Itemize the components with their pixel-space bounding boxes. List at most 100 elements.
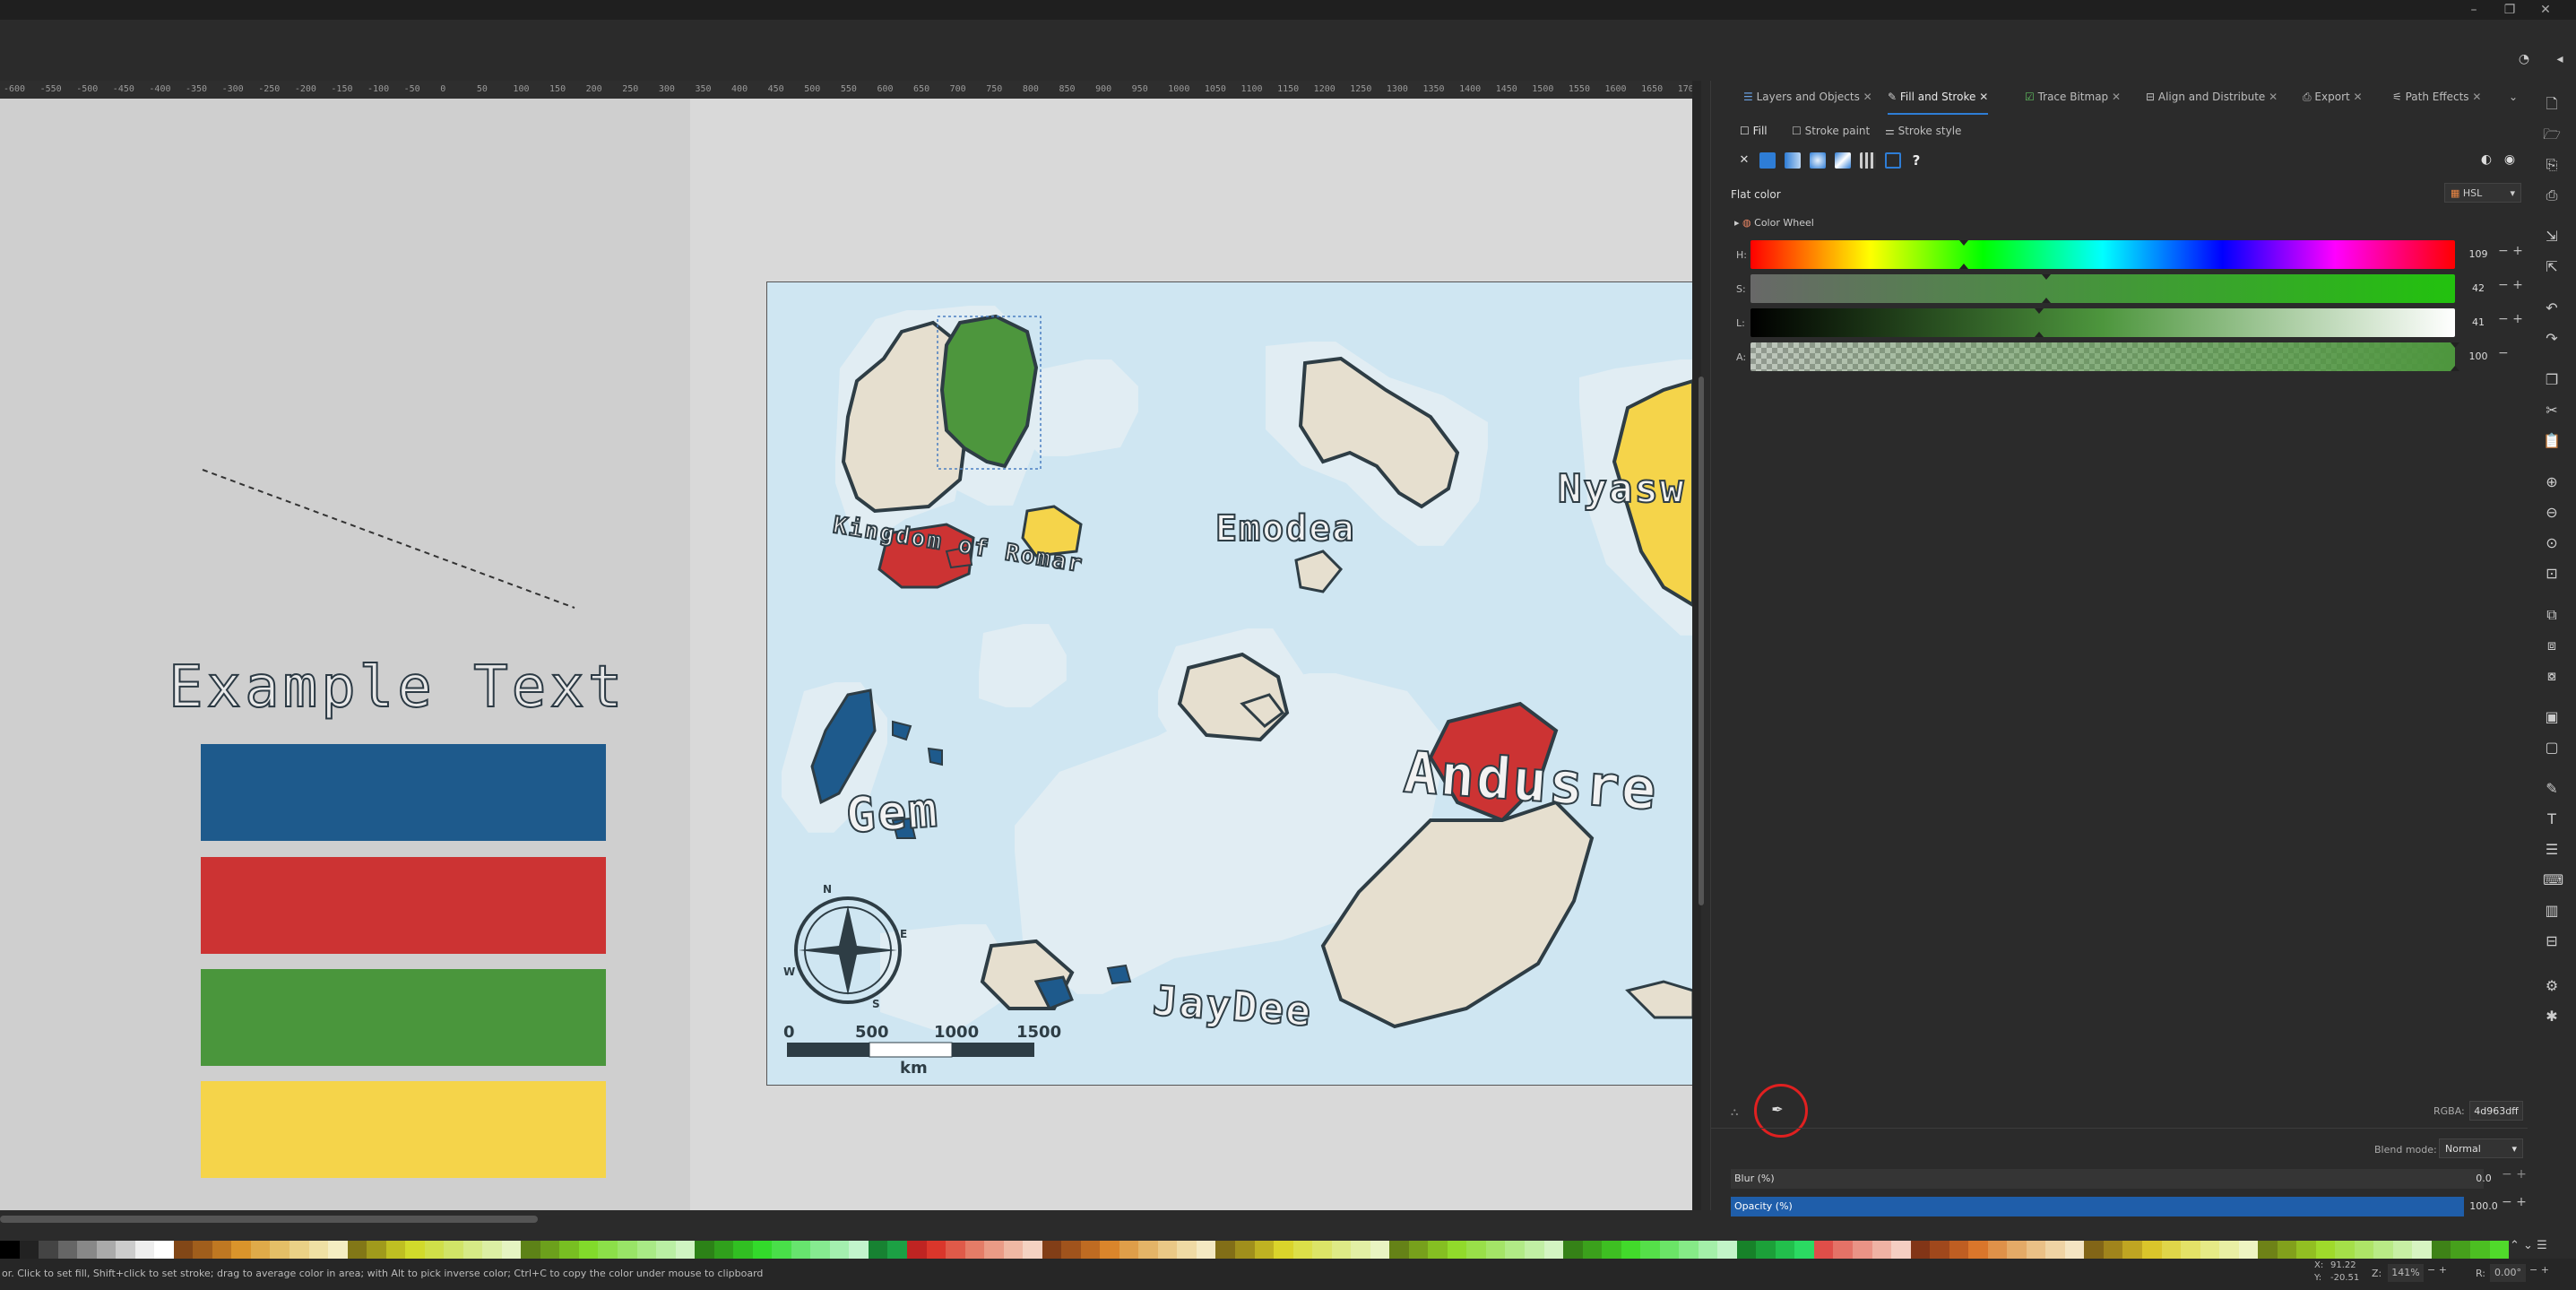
palette-swatch[interactable] xyxy=(2122,1241,2142,1259)
palette-swatch[interactable] xyxy=(2451,1241,2470,1259)
palette-swatch[interactable] xyxy=(521,1241,540,1259)
palette-swatch[interactable] xyxy=(1621,1241,1641,1259)
close-icon[interactable]: ✕ xyxy=(2269,91,2278,103)
palette-swatch[interactable] xyxy=(849,1241,869,1259)
palette-swatch[interactable] xyxy=(2219,1241,2239,1259)
subtab-fill[interactable]: ☐ Fill xyxy=(1740,122,1768,140)
alpha-value[interactable]: 100 xyxy=(2466,348,2491,366)
radial-gradient-button[interactable] xyxy=(1810,152,1826,169)
palette-swatch[interactable] xyxy=(96,1241,117,1259)
tabs-overflow-icon[interactable]: ⌄ xyxy=(2509,81,2518,113)
eyedropper-icon[interactable]: ✒ xyxy=(1767,1101,1788,1122)
dashed-line[interactable] xyxy=(0,99,717,636)
blend-mode-select[interactable]: Normal ▾ xyxy=(2439,1138,2523,1158)
palette-swatch[interactable] xyxy=(578,1241,599,1259)
slider-handle-top[interactable] xyxy=(2035,308,2044,314)
palette-swatch[interactable] xyxy=(424,1241,445,1259)
unset-paint-button[interactable]: ? xyxy=(1908,152,1924,169)
palette-swatch[interactable] xyxy=(1370,1241,1390,1259)
palette-swatch[interactable] xyxy=(1949,1241,1969,1259)
palette-swatch[interactable] xyxy=(1756,1241,1776,1259)
saturation-slider[interactable] xyxy=(1750,274,2455,303)
palette-swatch[interactable] xyxy=(405,1241,425,1259)
drawing-canvas[interactable]: Example Text Kingdom of Romar Emodea Nya… xyxy=(0,99,1692,1210)
palette-swatch[interactable] xyxy=(1871,1241,1892,1259)
maximize-button[interactable]: ❐ xyxy=(2492,2,2528,18)
palette-swatch[interactable] xyxy=(540,1241,560,1259)
palette-swatch[interactable] xyxy=(1312,1241,1332,1259)
palette-swatch[interactable] xyxy=(1080,1241,1101,1259)
palette-swatch[interactable] xyxy=(134,1241,155,1259)
map-page[interactable]: Kingdom of Romar Emodea Nyasw Gem Andusr… xyxy=(766,281,1692,1086)
palette-swatch[interactable] xyxy=(482,1241,502,1259)
ungroup-icon[interactable]: ▢ xyxy=(2543,739,2561,757)
palette-swatch[interactable] xyxy=(1717,1241,1737,1259)
palette-swatch[interactable] xyxy=(1563,1241,1583,1259)
horizontal-scrollbar[interactable] xyxy=(0,1216,538,1223)
palette-swatch[interactable] xyxy=(2277,1241,2297,1259)
palette-swatch[interactable] xyxy=(1023,1241,1042,1259)
palette-swatch[interactable] xyxy=(1003,1241,1024,1259)
palette-swatch[interactable] xyxy=(675,1241,696,1259)
palette-swatch[interactable] xyxy=(946,1241,965,1259)
opacity-slider[interactable]: Opacity (%) xyxy=(1731,1197,2464,1216)
palette-swatch[interactable] xyxy=(1177,1241,1197,1259)
palette-swatch[interactable] xyxy=(2238,1241,2259,1259)
red-swatch-rect[interactable] xyxy=(201,857,606,954)
palette-swatch[interactable] xyxy=(1274,1241,1293,1259)
swatch-button[interactable] xyxy=(1885,152,1901,169)
tab-path-effects[interactable]: ⚟ Path Effects ✕ xyxy=(2392,81,2481,113)
color-managed-icon[interactable]: ⛬ xyxy=(1731,1105,1738,1119)
palette-swatch[interactable] xyxy=(367,1241,386,1259)
close-icon[interactable]: ✕ xyxy=(2472,91,2481,103)
palette-swatch[interactable] xyxy=(772,1241,791,1259)
palette-swatch[interactable] xyxy=(1679,1241,1699,1259)
palette-swatch[interactable] xyxy=(347,1241,367,1259)
tab-layers-and-objects[interactable]: ☰ Layers and Objects ✕ xyxy=(1743,81,1872,113)
palette-swatch[interactable] xyxy=(270,1241,290,1259)
palette-swatch[interactable] xyxy=(636,1241,657,1259)
clone-icon[interactable]: ⧈ xyxy=(2543,636,2561,654)
snap-toggle-icon[interactable]: ◔ xyxy=(2515,52,2533,70)
duplicate-icon[interactable]: ⧉ xyxy=(2543,606,2561,624)
palette-swatch[interactable] xyxy=(1736,1241,1757,1259)
slider-handle-top[interactable] xyxy=(2451,342,2459,348)
palette-swatch[interactable] xyxy=(1331,1241,1352,1259)
mesh-gradient-button[interactable] xyxy=(1835,152,1851,169)
palette-swatch[interactable] xyxy=(1659,1241,1680,1259)
palette-swatch[interactable] xyxy=(1794,1241,1814,1259)
palette-swatch[interactable] xyxy=(462,1241,483,1259)
zoom-input[interactable]: 141% xyxy=(2388,1264,2424,1282)
palette-swatch[interactable] xyxy=(868,1241,888,1259)
palette-swatch[interactable] xyxy=(1447,1241,1467,1259)
palette-swatch[interactable] xyxy=(1582,1241,1603,1259)
palette-swatch[interactable] xyxy=(1853,1241,1872,1259)
lightness-slider[interactable] xyxy=(1750,308,2455,337)
palette-swatch[interactable] xyxy=(501,1241,522,1259)
palette-swatch[interactable] xyxy=(1640,1241,1660,1259)
palette-swatch[interactable] xyxy=(116,1241,135,1259)
zoom-selection-icon[interactable]: ⊕ xyxy=(2543,473,2561,491)
undo-icon[interactable]: ↶ xyxy=(2543,299,2561,317)
tab-align-and-distribute[interactable]: ⊟ Align and Distribute ✕ xyxy=(2146,81,2278,113)
rotation-input[interactable]: 0.00° xyxy=(2490,1264,2526,1282)
palette-controls[interactable]: ⌃ ⌄ ☰ xyxy=(2510,1234,2576,1259)
opacity-stepper[interactable]: − + xyxy=(2502,1195,2527,1209)
color-wheel-expander[interactable]: ▸ ◍ Color Wheel xyxy=(1734,217,1814,229)
alpha-stepper[interactable]: − xyxy=(2498,346,2509,360)
blur-slider[interactable]: Blur (%) xyxy=(1731,1169,2484,1189)
palette-swatch[interactable] xyxy=(2412,1241,2432,1259)
palette-swatch[interactable] xyxy=(733,1241,753,1259)
collapse-dock-icon[interactable]: ◂ xyxy=(2551,52,2569,70)
palette-swatch[interactable] xyxy=(193,1241,212,1259)
palette-swatch[interactable] xyxy=(598,1241,618,1259)
palette-swatch[interactable] xyxy=(19,1241,39,1259)
minimize-button[interactable]: – xyxy=(2456,2,2492,18)
redo-icon[interactable]: ↷ xyxy=(2543,330,2561,348)
palette-swatch[interactable] xyxy=(559,1241,579,1259)
cut-icon[interactable]: ✂ xyxy=(2543,402,2561,420)
map-label-emodea[interactable]: Emodea xyxy=(1215,507,1356,550)
palette-swatch[interactable] xyxy=(1485,1241,1506,1259)
opacity-value[interactable]: 100.0 xyxy=(2466,1197,2502,1216)
palette-swatch[interactable] xyxy=(1061,1241,1081,1259)
